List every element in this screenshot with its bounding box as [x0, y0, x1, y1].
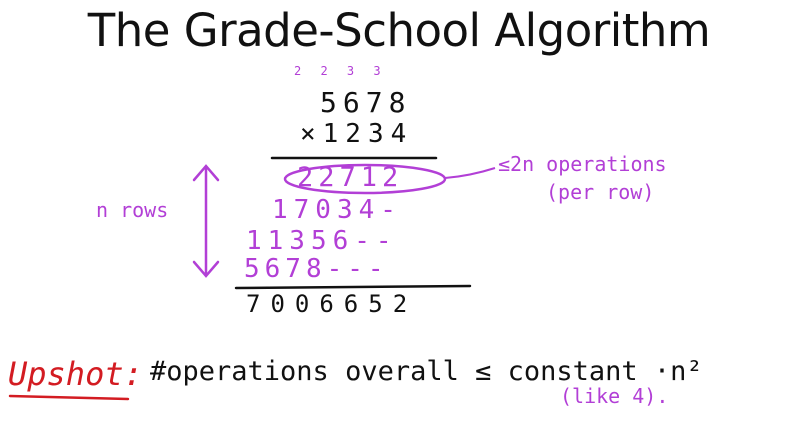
handwritten-strokes [8, 156, 496, 401]
sum-rule-line [234, 284, 472, 290]
row-highlight-ellipse [283, 163, 447, 195]
upshot-underline [8, 394, 130, 401]
note-connector-line [444, 167, 496, 179]
